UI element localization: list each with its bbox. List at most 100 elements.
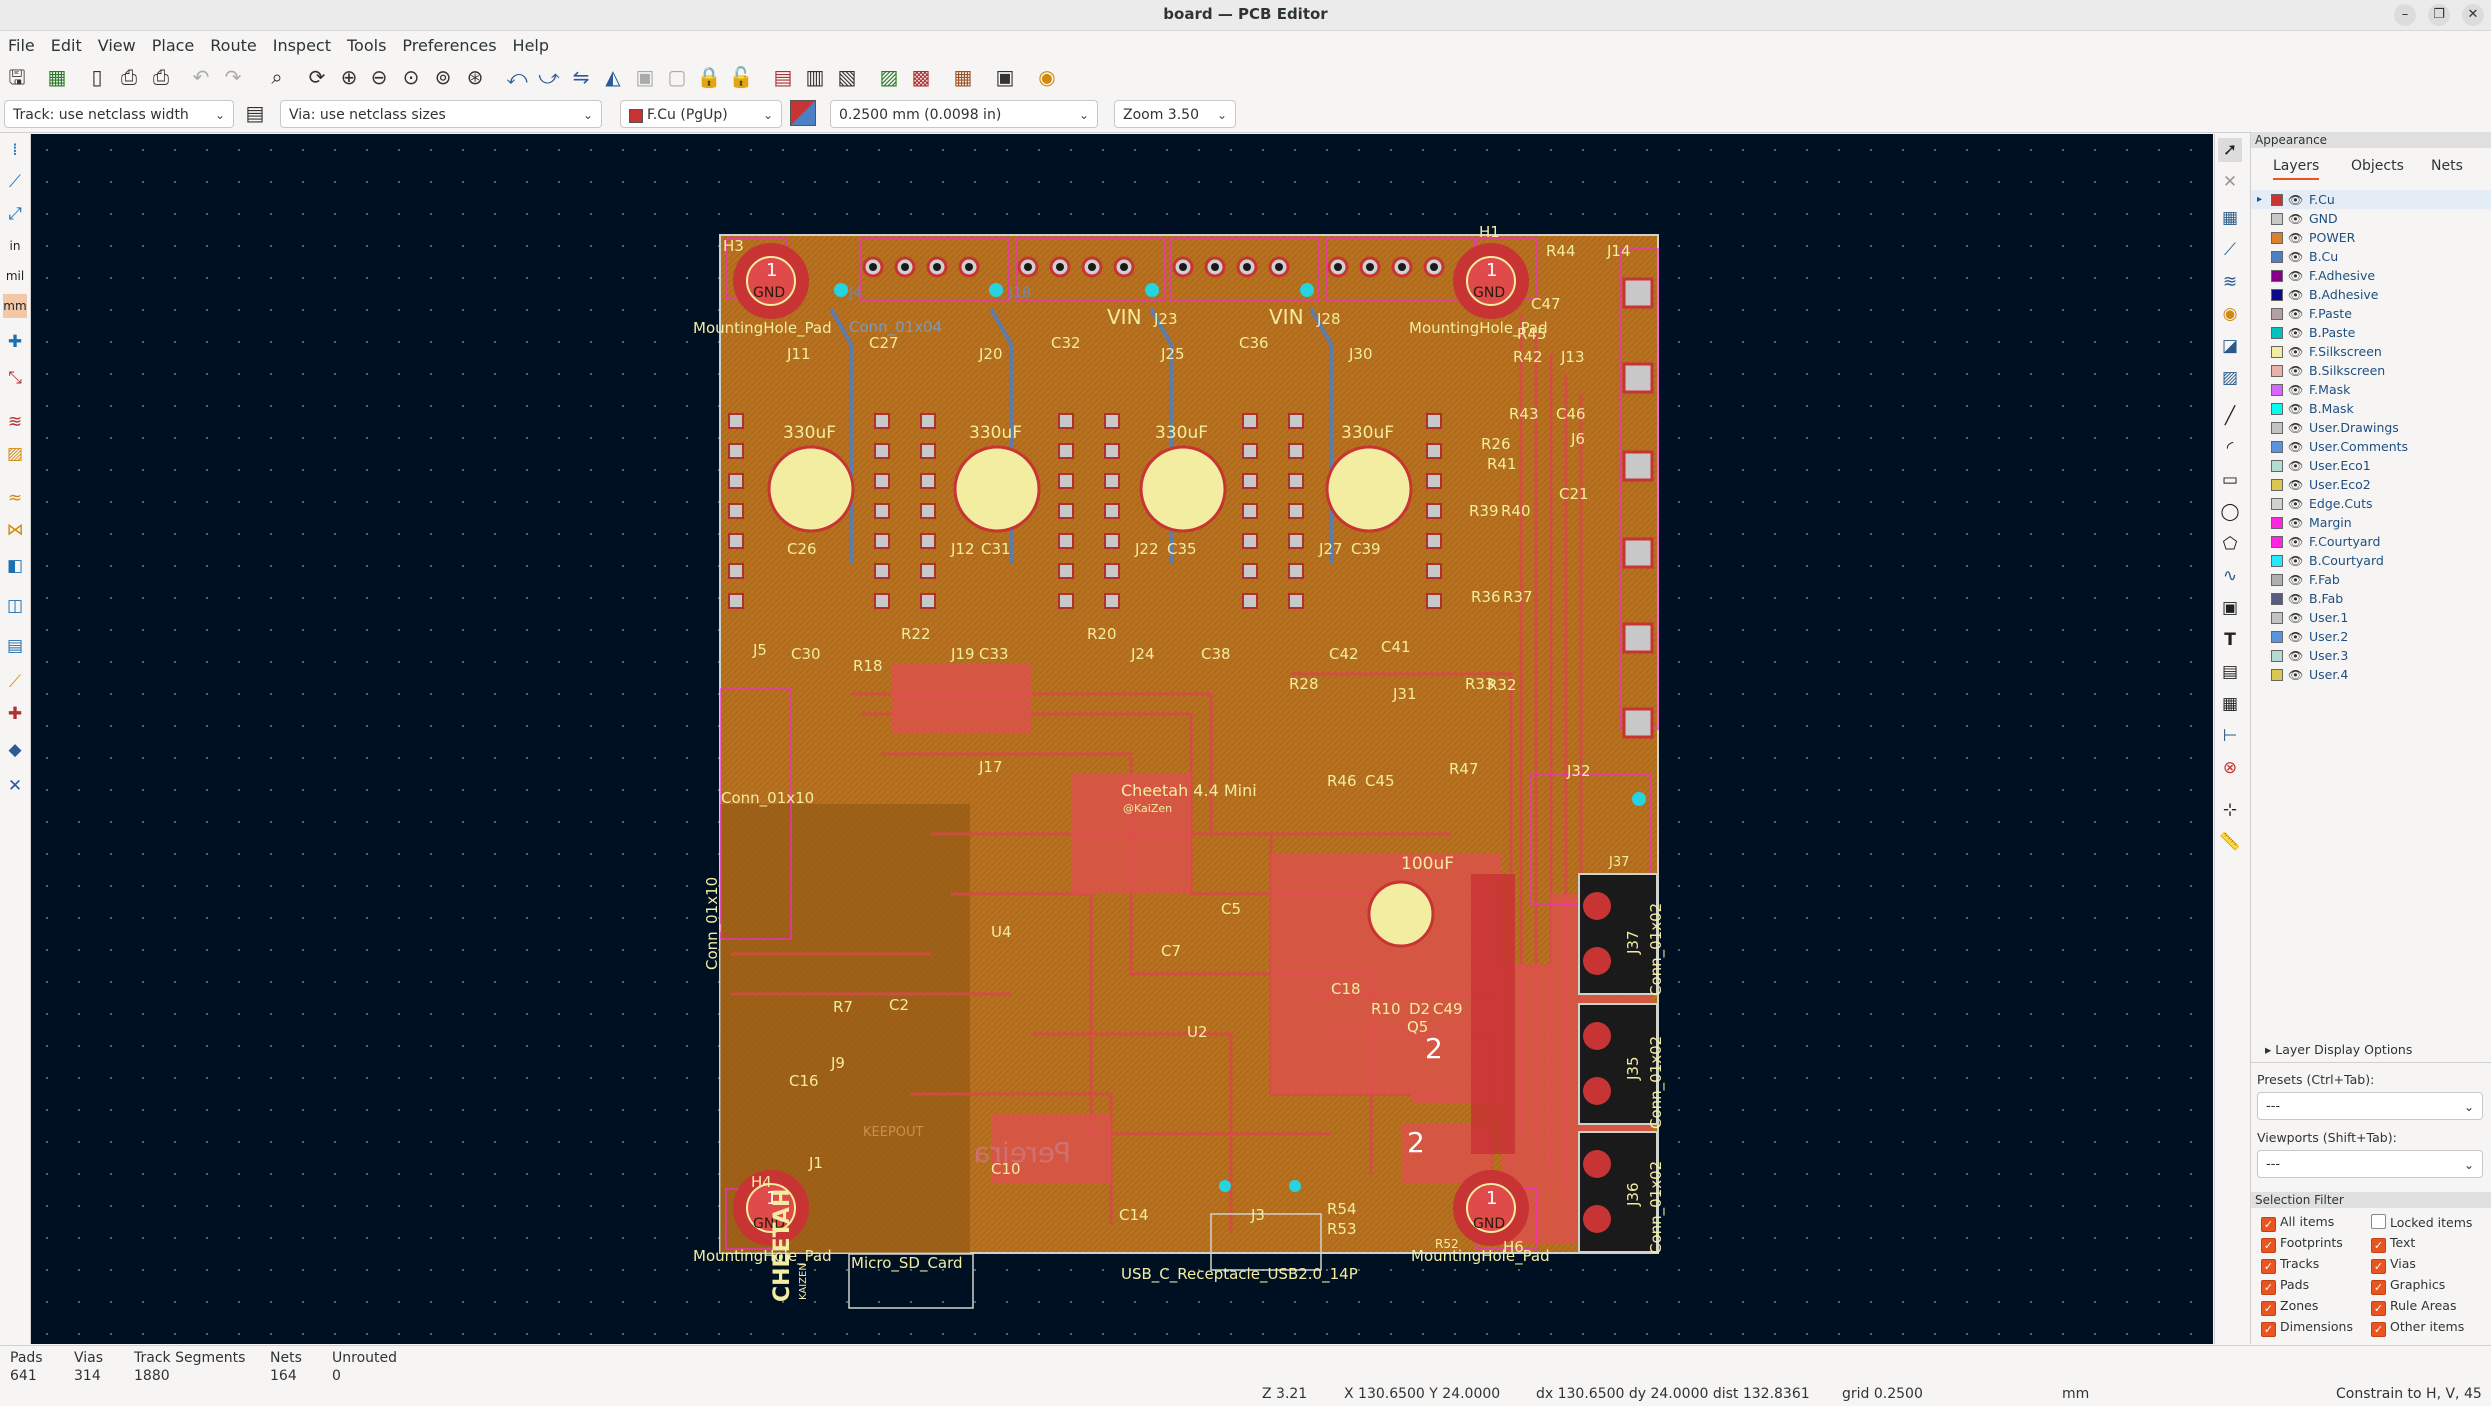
route-track-icon[interactable]: ⟋ <box>2218 238 2242 262</box>
pcb-board[interactable]: H3 H1 H4 H6 GND GND GND GND 1 1 1 1 R44 … <box>31 134 2213 1344</box>
zoom-select[interactable]: Zoom 3.50 ⌄ <box>1114 100 1236 128</box>
eye-icon[interactable]: 👁 <box>2288 307 2303 321</box>
redo-icon[interactable]: ↷ <box>220 64 246 90</box>
menu-help[interactable]: Help <box>505 31 557 55</box>
minimize-icon[interactable]: – <box>2394 4 2416 26</box>
vias-outline-icon[interactable]: ⋈ <box>3 518 27 542</box>
eye-icon[interactable]: 👁 <box>2288 269 2303 283</box>
layer-row[interactable]: 👁 B.Silkscreen <box>2251 361 2491 380</box>
checkbox[interactable]: ✓ <box>2261 1280 2276 1295</box>
menu-preferences[interactable]: Preferences <box>394 31 504 55</box>
layer-row[interactable]: 👁 User.Drawings <box>2251 418 2491 437</box>
mils-icon[interactable]: mil <box>3 264 27 288</box>
layer-row[interactable]: ▸ 👁 F.Cu <box>2251 190 2491 209</box>
checkbox[interactable]: ✓ <box>2371 1322 2386 1337</box>
layer-pair-icon[interactable] <box>790 100 816 126</box>
zoom-out-icon[interactable]: ⊖ <box>366 64 392 90</box>
eye-icon[interactable]: 👁 <box>2288 288 2303 302</box>
measure-icon[interactable]: 📏 <box>2218 830 2242 854</box>
grid-select[interactable]: 0.2500 mm (0.0098 in) ⌄ <box>830 100 1098 128</box>
filter-footprints[interactable]: ✓ Footprints <box>2261 1235 2343 1253</box>
layer-row[interactable]: 👁 F.Mask <box>2251 380 2491 399</box>
group-icon[interactable]: ▣ <box>632 64 658 90</box>
track-width-select[interactable]: Track: use netclass width ⌄ <box>4 100 234 128</box>
draw-polygon-icon[interactable]: ⬠ <box>2218 532 2242 556</box>
add-text-icon[interactable]: T <box>2218 628 2242 652</box>
layer-row[interactable]: 👁 User.4 <box>2251 665 2491 684</box>
eye-icon[interactable]: 👁 <box>2288 402 2303 416</box>
layer-row[interactable]: 👁 B.Mask <box>2251 399 2491 418</box>
ratsnest-net-icon[interactable]: ⟋ <box>3 670 27 694</box>
viewports-select[interactable]: --- ⌄ <box>2257 1150 2483 1178</box>
menu-tools[interactable]: Tools <box>339 31 394 55</box>
grid-origin-icon[interactable]: ⊹ <box>2218 798 2242 822</box>
eye-icon[interactable]: 👁 <box>2288 611 2303 625</box>
menu-place[interactable]: Place <box>144 31 203 55</box>
filter-dimensions[interactable]: ✓ Dimensions <box>2261 1319 2353 1337</box>
layer-row[interactable]: 👁 GND <box>2251 209 2491 228</box>
layer-row[interactable]: 👁 B.Adhesive <box>2251 285 2491 304</box>
add-footprint-icon[interactable]: ▦ <box>2218 206 2242 230</box>
eye-icon[interactable]: 👁 <box>2288 497 2303 511</box>
menu-file[interactable]: File <box>0 31 43 55</box>
netlist-icon[interactable]: ▤ <box>770 64 796 90</box>
eye-icon[interactable]: 👁 <box>2288 212 2303 226</box>
zoom-fit-icon[interactable]: ⊙ <box>398 64 424 90</box>
layer-row[interactable]: 👁 F.Fab <box>2251 570 2491 589</box>
eye-icon[interactable]: 👁 <box>2288 573 2303 587</box>
filter-vias[interactable]: ✓ Vias <box>2371 1256 2416 1274</box>
menu-edit[interactable]: Edit <box>43 31 90 55</box>
eye-icon[interactable]: 👁 <box>2288 383 2303 397</box>
filter-zones[interactable]: ✓ Zones <box>2261 1298 2318 1316</box>
appearance-toggle-icon[interactable]: ◆ <box>3 738 27 762</box>
maximize-icon[interactable]: ❐ <box>2428 4 2450 26</box>
high-contrast-icon[interactable]: ◫ <box>3 594 27 618</box>
layer-row[interactable]: 👁 B.Paste <box>2251 323 2491 342</box>
mirror-icon[interactable]: ◭ <box>600 64 626 90</box>
eye-icon[interactable]: 👁 <box>2288 649 2303 663</box>
layer-row[interactable]: 👁 F.Courtyard <box>2251 532 2491 551</box>
layer-row[interactable]: 👁 User.2 <box>2251 627 2491 646</box>
footprint-editor-icon[interactable]: ▥ <box>802 64 828 90</box>
add-zone-icon[interactable]: ◪ <box>2218 334 2242 358</box>
presets-select[interactable]: --- ⌄ <box>2257 1092 2483 1120</box>
draw-circle-icon[interactable]: ◯ <box>2218 500 2242 524</box>
draw-arc-icon[interactable]: ◜ <box>2218 436 2242 460</box>
eye-icon[interactable]: 👁 <box>2288 250 2303 264</box>
unlock-icon[interactable]: 🔓 <box>728 64 754 90</box>
eye-icon[interactable]: 👁 <box>2288 459 2303 473</box>
select-icon[interactable]: ➚ <box>2218 138 2242 162</box>
draw-line-icon[interactable]: ╱ <box>2218 404 2242 428</box>
find-icon[interactable]: ⌕ <box>264 64 290 90</box>
layer-row[interactable]: 👁 User.1 <box>2251 608 2491 627</box>
save-icon[interactable]: 🖫 <box>4 64 30 90</box>
checkbox[interactable]: ✓ <box>2261 1217 2276 1232</box>
rotate-cw-icon[interactable]: ⤻ <box>536 64 562 90</box>
undo-icon[interactable]: ↶ <box>188 64 214 90</box>
add-rule-area-icon[interactable]: ▨ <box>2218 366 2242 390</box>
zone-fill-icon[interactable]: ▨ <box>3 442 27 466</box>
checkbox[interactable]: ✓ <box>2261 1238 2276 1253</box>
plugin-icon[interactable]: ◉ <box>1034 64 1060 90</box>
filter-rule-areas[interactable]: ✓ Rule Areas <box>2371 1298 2456 1316</box>
cursor-shape-icon[interactable]: ✚ <box>3 330 27 354</box>
layer-select[interactable]: F.Cu (PgUp) ⌄ <box>620 100 782 128</box>
filter-other-items[interactable]: ✓ Other items <box>2371 1319 2464 1337</box>
eye-icon[interactable]: 👁 <box>2288 440 2303 454</box>
show-ratsnest-icon[interactable]: ⤡ <box>3 366 27 390</box>
filter-all-items[interactable]: ✓ All items <box>2261 1214 2334 1232</box>
add-textbox-icon[interactable]: ▤ <box>2218 660 2242 684</box>
schematic-icon[interactable]: ▦ <box>950 64 976 90</box>
zoom-objects-icon[interactable]: ⊚ <box>430 64 456 90</box>
pcb-canvas[interactable]: H3 H1 H4 H6 GND GND GND GND 1 1 1 1 R44 … <box>31 134 2213 1344</box>
layer-row[interactable]: 👁 F.Adhesive <box>2251 266 2491 285</box>
ratsnest-icon[interactable]: ⤢ <box>3 202 27 226</box>
close-icon[interactable]: ✕ <box>2462 4 2484 26</box>
checkbox[interactable]: ✓ <box>2371 1301 2386 1316</box>
eye-icon[interactable]: 👁 <box>2288 668 2303 682</box>
draw-bezier-icon[interactable]: ∿ <box>2218 564 2242 588</box>
auto-width-icon[interactable]: ▤ <box>242 100 268 126</box>
eye-icon[interactable]: 👁 <box>2288 421 2303 435</box>
eye-icon[interactable]: 👁 <box>2288 592 2303 606</box>
tab-nets[interactable]: Nets <box>2431 158 2463 174</box>
